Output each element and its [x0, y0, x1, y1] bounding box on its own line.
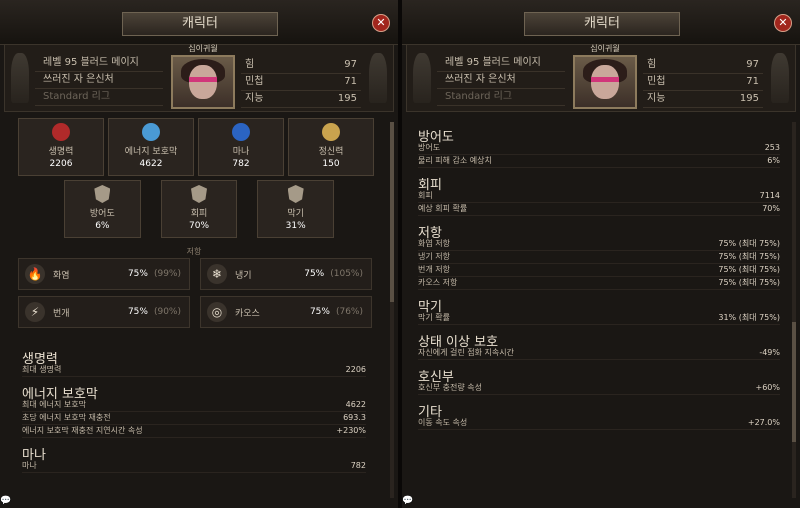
armour-stat-box[interactable]: 방어도 6%: [64, 180, 141, 238]
stat-row: 물리 피해 감소 예상치 6%: [418, 155, 780, 168]
window-title: 캐릭터: [524, 12, 680, 36]
attribute-list: 힘 97 민첩 71 지능 195: [643, 57, 763, 108]
character-league: Standard 리그: [35, 89, 163, 106]
character-portrait[interactable]: [573, 55, 637, 109]
resistance-title: 저항: [186, 247, 202, 256]
close-icon[interactable]: ✕: [372, 14, 390, 32]
fire-icon: 🔥: [25, 264, 45, 284]
right-stat-sections: 방어도 방어도 253 물리 피해 감소 예상치 6% 회피 회피 7114 예상 회…: [418, 120, 780, 430]
section-life-title: 생명력: [22, 352, 58, 367]
stat-row: 회피 7114: [418, 190, 780, 203]
stat-row: 방어도 253: [418, 142, 780, 155]
energy-shield-stat-box[interactable]: 에너지 보호막 4622: [108, 118, 194, 176]
stat-row: 최대 생명력 2206: [22, 364, 366, 377]
stat-row: 카오스 저항 75% (최대 75%): [418, 277, 780, 290]
section-ailment-title: 상태 이상 보호: [418, 335, 499, 350]
stat-row: 자신에게 걸린 점화 지속시간 -49%: [418, 347, 780, 360]
close-icon[interactable]: ✕: [774, 14, 792, 32]
character-title: 쓰러진 자 은신처: [437, 72, 565, 89]
armour-icon: [94, 185, 111, 203]
cold-resistance[interactable]: ❄ 냉기 75% (105%): [200, 258, 372, 290]
evasion-stat-box[interactable]: 회피 70%: [160, 180, 238, 238]
character-level-class: 레벨 95 블러드 메이지: [35, 55, 163, 72]
stat-row: 이동 속도 속성 +27.0%: [418, 417, 780, 430]
window-title: 캐릭터: [122, 12, 278, 36]
stat-row: 냉기 저항 75% (최대 75%): [418, 251, 780, 264]
section-armour-title: 방어도: [418, 130, 454, 145]
scrollbar[interactable]: [792, 122, 796, 498]
portrait-title: 십이귀월: [590, 44, 620, 53]
chaos-icon: ◎: [207, 302, 227, 322]
heart-icon: [52, 123, 70, 141]
section-energy-shield-title: 에너지 보호막: [22, 387, 98, 402]
left-content: 생명력 2206 에너지 보호막 4622 마나 782 정신력 150 방어도…: [4, 112, 384, 508]
chat-icon[interactable]: 💬: [0, 496, 12, 506]
life-stat-box[interactable]: 생명력 2206: [18, 118, 104, 176]
character-title: 쓰러진 자 은신처: [35, 72, 163, 89]
scrollbar[interactable]: [390, 122, 394, 498]
chat-icon[interactable]: 💬: [402, 496, 414, 506]
character-portrait[interactable]: [171, 55, 235, 109]
spirit-icon: [322, 123, 340, 141]
attribute-dex: 민첩 71: [241, 74, 361, 91]
stat-row: 에너지 보호막 재충전 지연시간 속성 +230%: [22, 425, 366, 438]
portrait-title: 십이귀월: [188, 44, 218, 53]
resistance-grid: 🔥 화염 75% (99%) ❄ 냉기 75% (105%) ⚡ 번개 75% (90…: [18, 258, 372, 328]
attribute-str: 힘 97: [241, 57, 361, 74]
attribute-str: 힘 97: [643, 57, 763, 74]
section-mana-title: 마나: [22, 448, 46, 463]
character-info: 레벨 95 블러드 메이지 쓰러진 자 은신처 Standard 리그: [437, 55, 565, 106]
statue-right-icon: [771, 53, 789, 103]
stat-row: 초당 에너지 보호막 재충전 693.3: [22, 412, 366, 425]
character-panel-left: 캐릭터 ✕ 레벨 95 블러드 메이지 쓰러진 자 은신처 Standard 리…: [0, 0, 398, 508]
character-info: 레벨 95 블러드 메이지 쓰러진 자 은신처 Standard 리그: [35, 55, 163, 106]
chaos-resistance[interactable]: ◎ 카오스 75% (76%): [200, 296, 372, 328]
left-stat-sections: 생명력 최대 생명력 2206 에너지 보호막 최대 에너지 보호막 4622 초당…: [22, 342, 366, 473]
spirit-stat-box[interactable]: 정신력 150: [288, 118, 374, 176]
section-charm-title: 호신부: [418, 370, 454, 385]
snowflake-icon: ❄: [207, 264, 227, 284]
mana-stat-box[interactable]: 마나 782: [198, 118, 284, 176]
character-header: 레벨 95 블러드 메이지 쓰러진 자 은신처 Standard 리그 십이귀월…: [4, 44, 394, 112]
lightning-icon: ⚡: [25, 302, 45, 322]
stat-row: 번개 저항 75% (최대 75%): [418, 264, 780, 277]
section-resistance-title: 저항: [418, 226, 442, 241]
character-header: 레벨 95 블러드 메이지 쓰러진 자 은신처 Standard 리그 십이귀월…: [406, 44, 796, 112]
stat-row: 화염 저항 75% (최대 75%): [418, 238, 780, 251]
section-evasion-title: 회피: [418, 178, 442, 193]
lightning-resistance[interactable]: ⚡ 번개 75% (90%): [18, 296, 190, 328]
section-block-title: 막기: [418, 300, 442, 315]
block-icon: [287, 185, 304, 203]
attribute-int: 지능 195: [241, 91, 361, 108]
attribute-dex: 민첩 71: [643, 74, 763, 91]
character-panel-right: 캐릭터 ✕ 레벨 95 블러드 메이지 쓰러진 자 은신처 Standard 리…: [402, 0, 800, 508]
shield-icon: [142, 123, 160, 141]
character-level-class: 레벨 95 블러드 메이지: [437, 55, 565, 72]
character-league: Standard 리그: [437, 89, 565, 106]
stat-row: 최대 에너지 보호막 4622: [22, 399, 366, 412]
statue-left-icon: [413, 53, 431, 103]
defence-stat-boxes: 방어도 6% 회피 70% 막기 31%: [64, 180, 335, 242]
primary-stat-boxes: 생명력 2206 에너지 보호막 4622 마나 782 정신력 150: [18, 118, 374, 176]
evasion-icon: [191, 185, 207, 203]
stat-row: 막기 확률 31% (최대 75%): [418, 312, 780, 325]
section-misc-title: 기타: [418, 405, 442, 420]
stat-row: 호신부 충전량 속성 +60%: [418, 382, 780, 395]
attribute-list: 힘 97 민첩 71 지능 195: [241, 57, 361, 108]
stat-row: 마나 782: [22, 460, 366, 473]
block-stat-box[interactable]: 막기 31%: [257, 180, 335, 238]
statue-left-icon: [11, 53, 29, 103]
attribute-int: 지능 195: [643, 91, 763, 108]
stat-row: 예상 회피 확률 70%: [418, 203, 780, 216]
fire-resistance[interactable]: 🔥 화염 75% (99%): [18, 258, 190, 290]
statue-right-icon: [369, 53, 387, 103]
mana-icon: [232, 123, 250, 141]
